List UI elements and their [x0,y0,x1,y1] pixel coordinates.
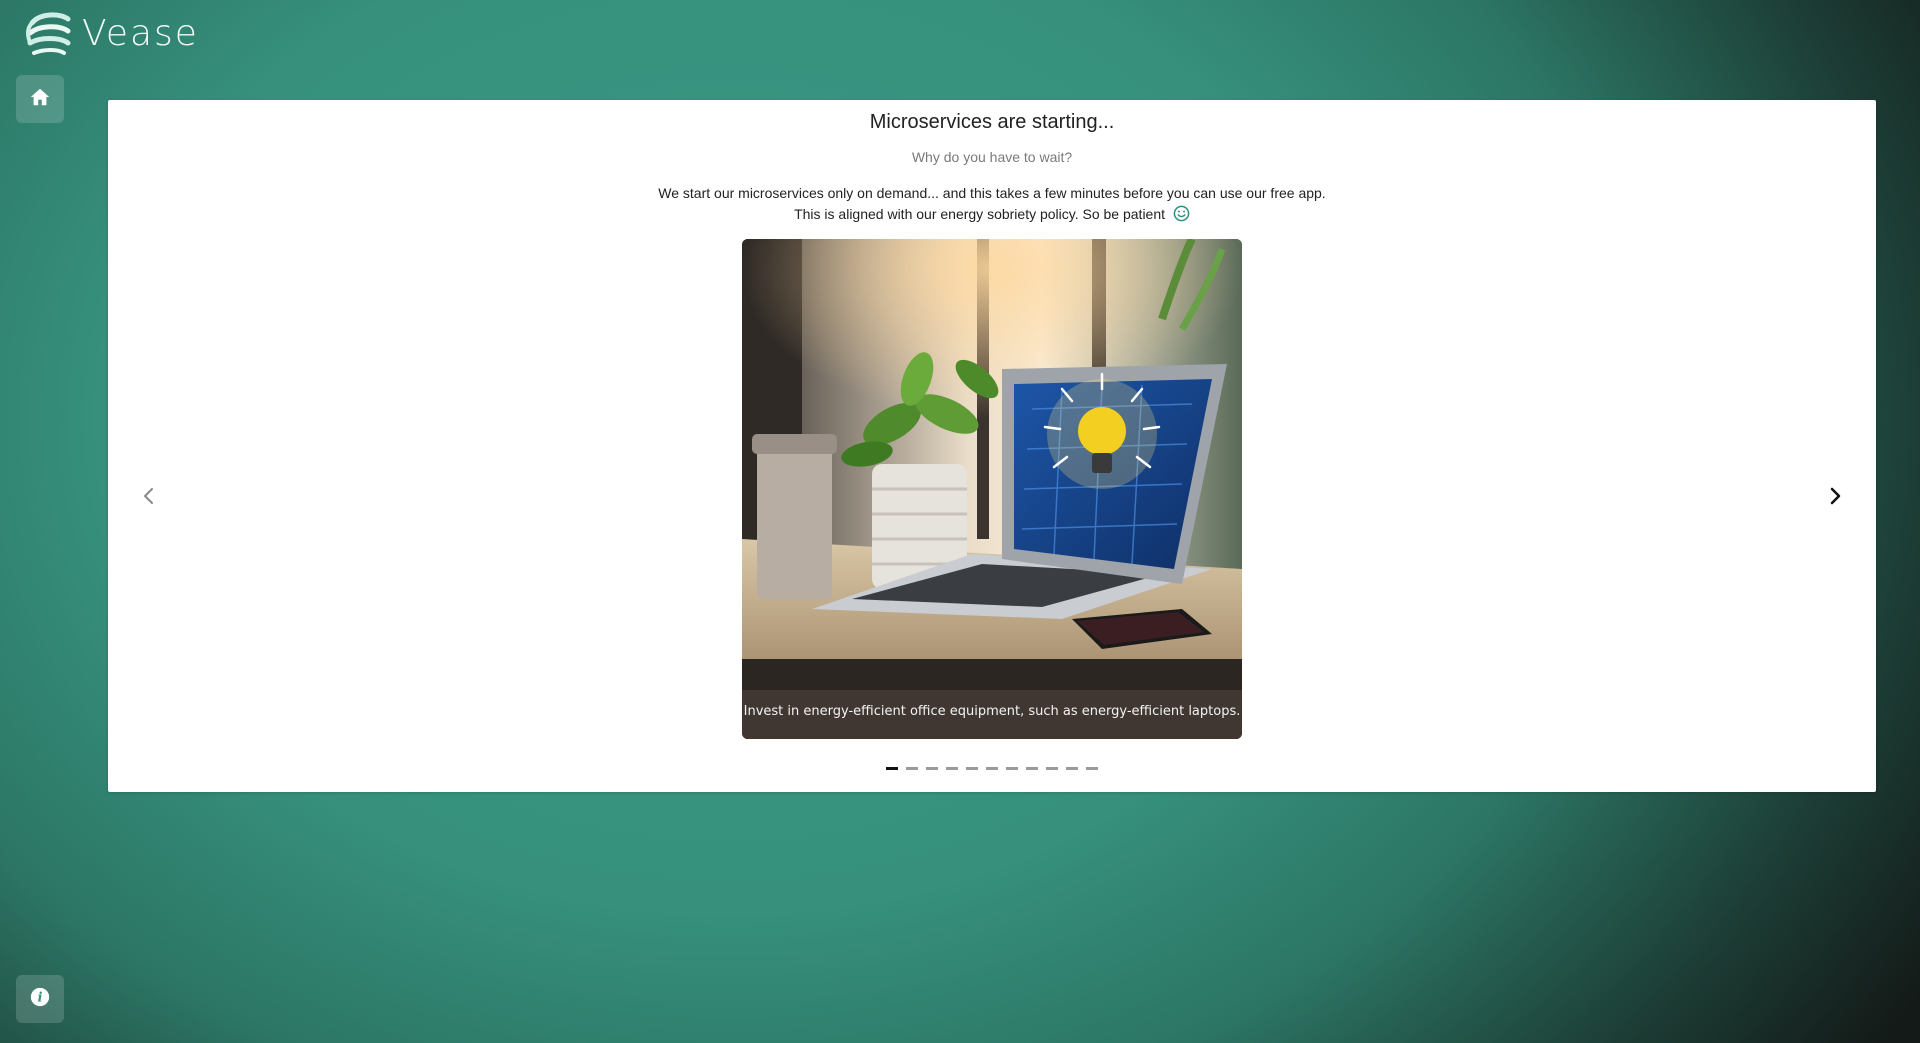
carousel-indicator[interactable] [886,767,898,770]
slide-image [742,239,1242,739]
carousel-indicator[interactable] [1046,767,1058,770]
carousel-indicator[interactable] [1026,767,1038,770]
svg-text:i: i [38,990,43,1005]
home-button[interactable] [16,75,64,123]
carousel-next-button[interactable] [1823,486,1847,510]
carousel-indicator[interactable] [1066,767,1078,770]
page-subtitle: Why do you have to wait? [911,149,1073,165]
carousel-indicator[interactable] [946,767,958,770]
brand-name: Vease [82,12,199,54]
carousel-slide: Invest in energy-efficient office equipm… [742,239,1242,739]
carousel-indicator[interactable] [986,767,998,770]
carousel-indicator[interactable] [906,767,918,770]
brand-logo[interactable]: Vease [24,8,199,60]
slide-caption: Invest in energy-efficient office equipm… [742,690,1242,739]
carousel-prev-button[interactable] [137,486,161,510]
carousel-indicator[interactable] [1006,767,1018,770]
info-icon: i [29,986,51,1013]
page-title: Microservices are starting... [869,111,1115,133]
carousel-indicator[interactable] [1086,767,1098,770]
carousel-indicators [886,767,1098,770]
info-button[interactable]: i [16,975,64,1023]
home-icon [29,86,51,113]
description-line-2: This is aligned with our energy sobriety… [108,205,1876,225]
description-line-1: We start our microservices only on deman… [658,185,1326,201]
chevron-left-icon [142,486,156,511]
description-line-2-text: This is aligned with our energy sobriety… [794,206,1166,222]
carousel-indicator[interactable] [966,767,978,770]
carousel-indicator[interactable] [926,767,938,770]
vease-swirl-logo-icon [24,9,74,59]
chevron-right-icon [1828,486,1842,511]
smile-icon [1173,205,1190,225]
